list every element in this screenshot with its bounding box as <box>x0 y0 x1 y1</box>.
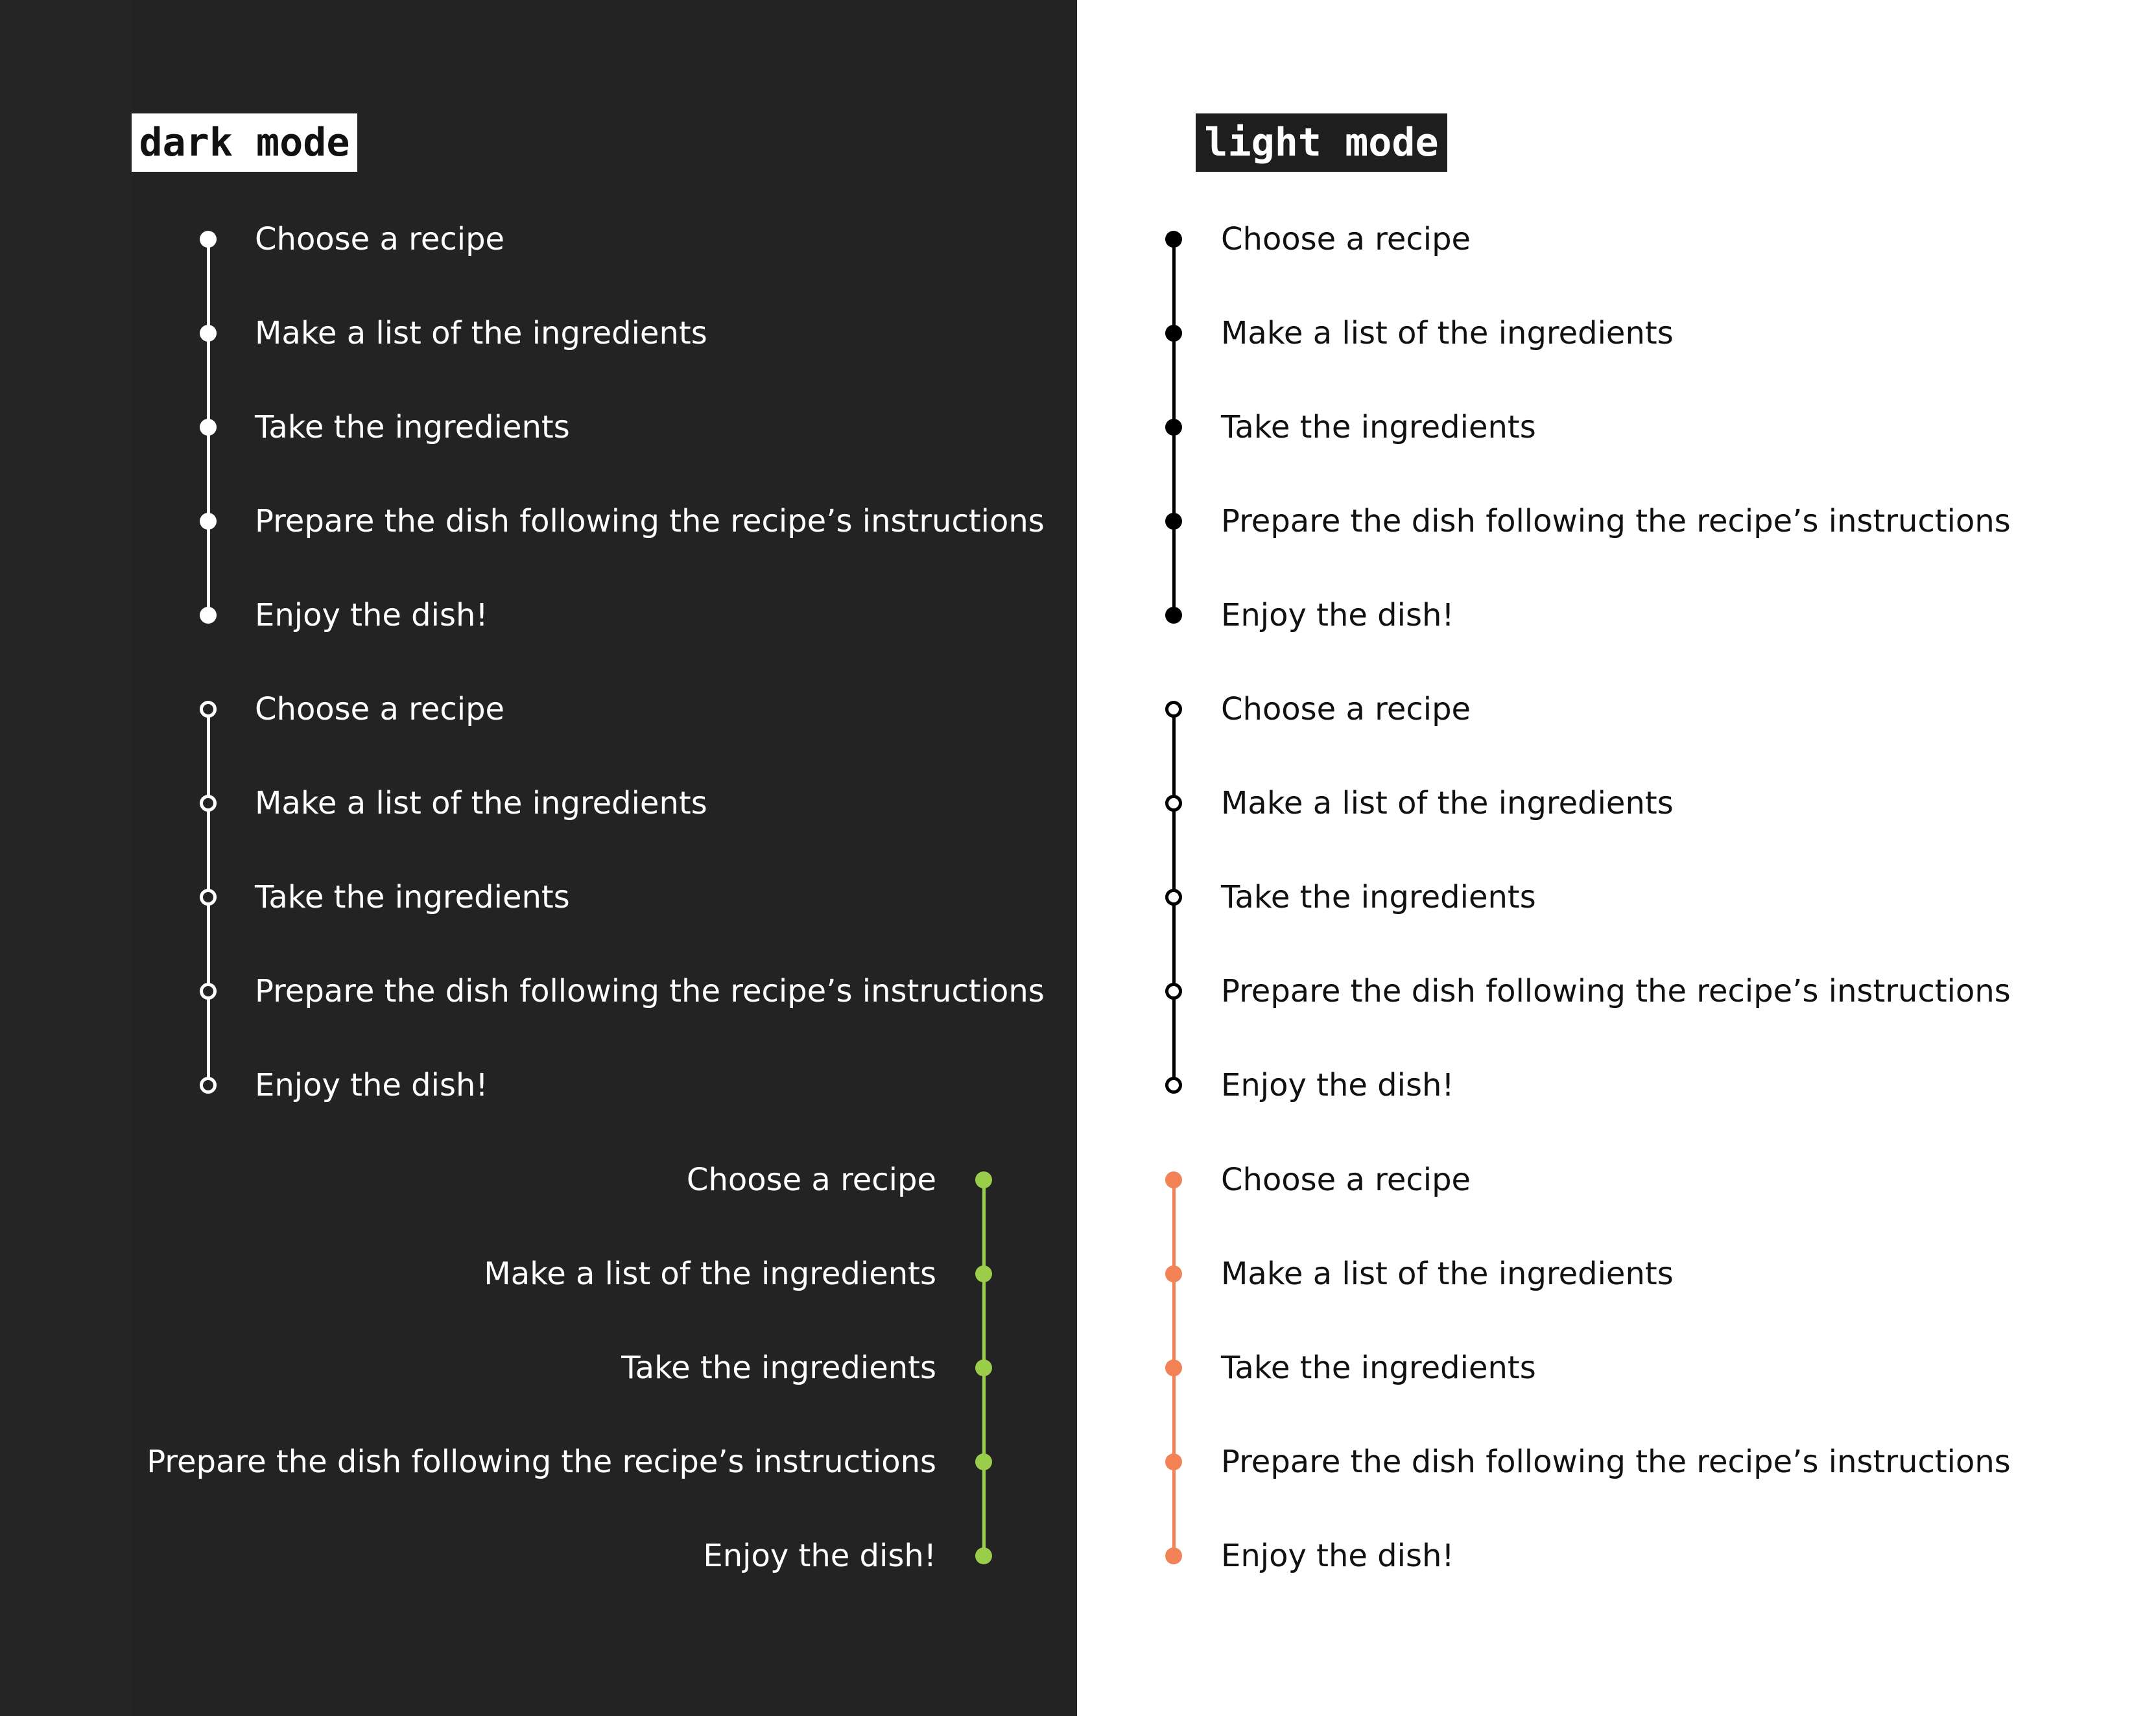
step-marker-dot-icon <box>1165 607 1182 624</box>
step-label: Choose a recipe <box>1221 221 1471 257</box>
step-label: Take the ingredients <box>1221 409 1536 445</box>
step-label: Take the ingredients <box>621 1350 936 1386</box>
step-label: Choose a recipe <box>686 1162 936 1198</box>
step-label: Make a list of the ingredients <box>1221 1256 1674 1292</box>
step-marker-dot-icon <box>200 513 217 530</box>
step-label: Take the ingredients <box>1221 1350 1536 1386</box>
step-marker-dot-icon <box>1165 1171 1182 1188</box>
step-label: Make a list of the ingredients <box>255 785 707 821</box>
step-marker-hollow-icon <box>1165 795 1182 812</box>
step-label: Take the ingredients <box>1221 879 1536 915</box>
step-marker-dot-icon <box>1165 325 1182 342</box>
step-marker-dot-icon <box>200 325 217 342</box>
step-label: Enjoy the dish! <box>1221 597 1454 633</box>
step-label: Prepare the dish following the recipe’s … <box>147 1444 936 1480</box>
step-label: Choose a recipe <box>1221 691 1471 727</box>
step-marker-dot-icon <box>1165 1359 1182 1376</box>
step-marker-hollow-icon <box>200 983 217 1000</box>
dark-mode-label: dark mode <box>132 113 357 172</box>
step-marker-hollow-icon <box>200 795 217 812</box>
step-marker-hollow-icon <box>1165 889 1182 906</box>
step-label: Prepare the dish following the recipe’s … <box>1221 503 2011 539</box>
step-label: Choose a recipe <box>1221 1162 1471 1198</box>
step-marker-hollow-icon <box>200 889 217 906</box>
step-marker-dot-icon <box>1165 419 1182 436</box>
step-marker-dot-icon <box>975 1171 992 1188</box>
step-label: Take the ingredients <box>255 409 570 445</box>
step-label: Make a list of the ingredients <box>255 315 707 351</box>
step-marker-hollow-icon <box>1165 701 1182 718</box>
step-label: Enjoy the dish! <box>1221 1538 1454 1574</box>
step-label: Take the ingredients <box>255 879 570 915</box>
step-marker-dot-icon <box>1165 1265 1182 1282</box>
step-marker-hollow-icon <box>1165 1077 1182 1094</box>
step-marker-dot-icon <box>1165 513 1182 530</box>
step-label: Prepare the dish following the recipe’s … <box>1221 1444 2011 1480</box>
step-label: Prepare the dish following the recipe’s … <box>255 503 1045 539</box>
step-marker-dot-icon <box>200 419 217 436</box>
step-marker-hollow-icon <box>200 701 217 718</box>
step-marker-dot-icon <box>975 1359 992 1376</box>
step-marker-dot-icon <box>1165 231 1182 248</box>
step-label: Enjoy the dish! <box>703 1538 936 1574</box>
step-label: Enjoy the dish! <box>255 1067 488 1103</box>
step-marker-dot-icon <box>1165 1453 1182 1470</box>
step-label: Choose a recipe <box>255 691 505 727</box>
step-marker-dot-icon <box>200 231 217 248</box>
step-marker-hollow-icon <box>1165 983 1182 1000</box>
light-mode-label: light mode <box>1196 113 1447 172</box>
step-label: Choose a recipe <box>255 221 505 257</box>
step-label: Enjoy the dish! <box>1221 1067 1454 1103</box>
step-marker-dot-icon <box>200 607 217 624</box>
step-label: Prepare the dish following the recipe’s … <box>255 973 1045 1009</box>
step-label: Enjoy the dish! <box>255 597 488 633</box>
step-label: Make a list of the ingredients <box>1221 785 1674 821</box>
step-marker-dot-icon <box>975 1453 992 1470</box>
step-label: Make a list of the ingredients <box>484 1256 936 1292</box>
step-marker-dot-icon <box>975 1547 992 1564</box>
step-label: Make a list of the ingredients <box>1221 315 1674 351</box>
step-marker-hollow-icon <box>200 1077 217 1094</box>
step-marker-dot-icon <box>975 1265 992 1282</box>
step-label: Prepare the dish following the recipe’s … <box>1221 973 2011 1009</box>
step-marker-dot-icon <box>1165 1547 1182 1564</box>
